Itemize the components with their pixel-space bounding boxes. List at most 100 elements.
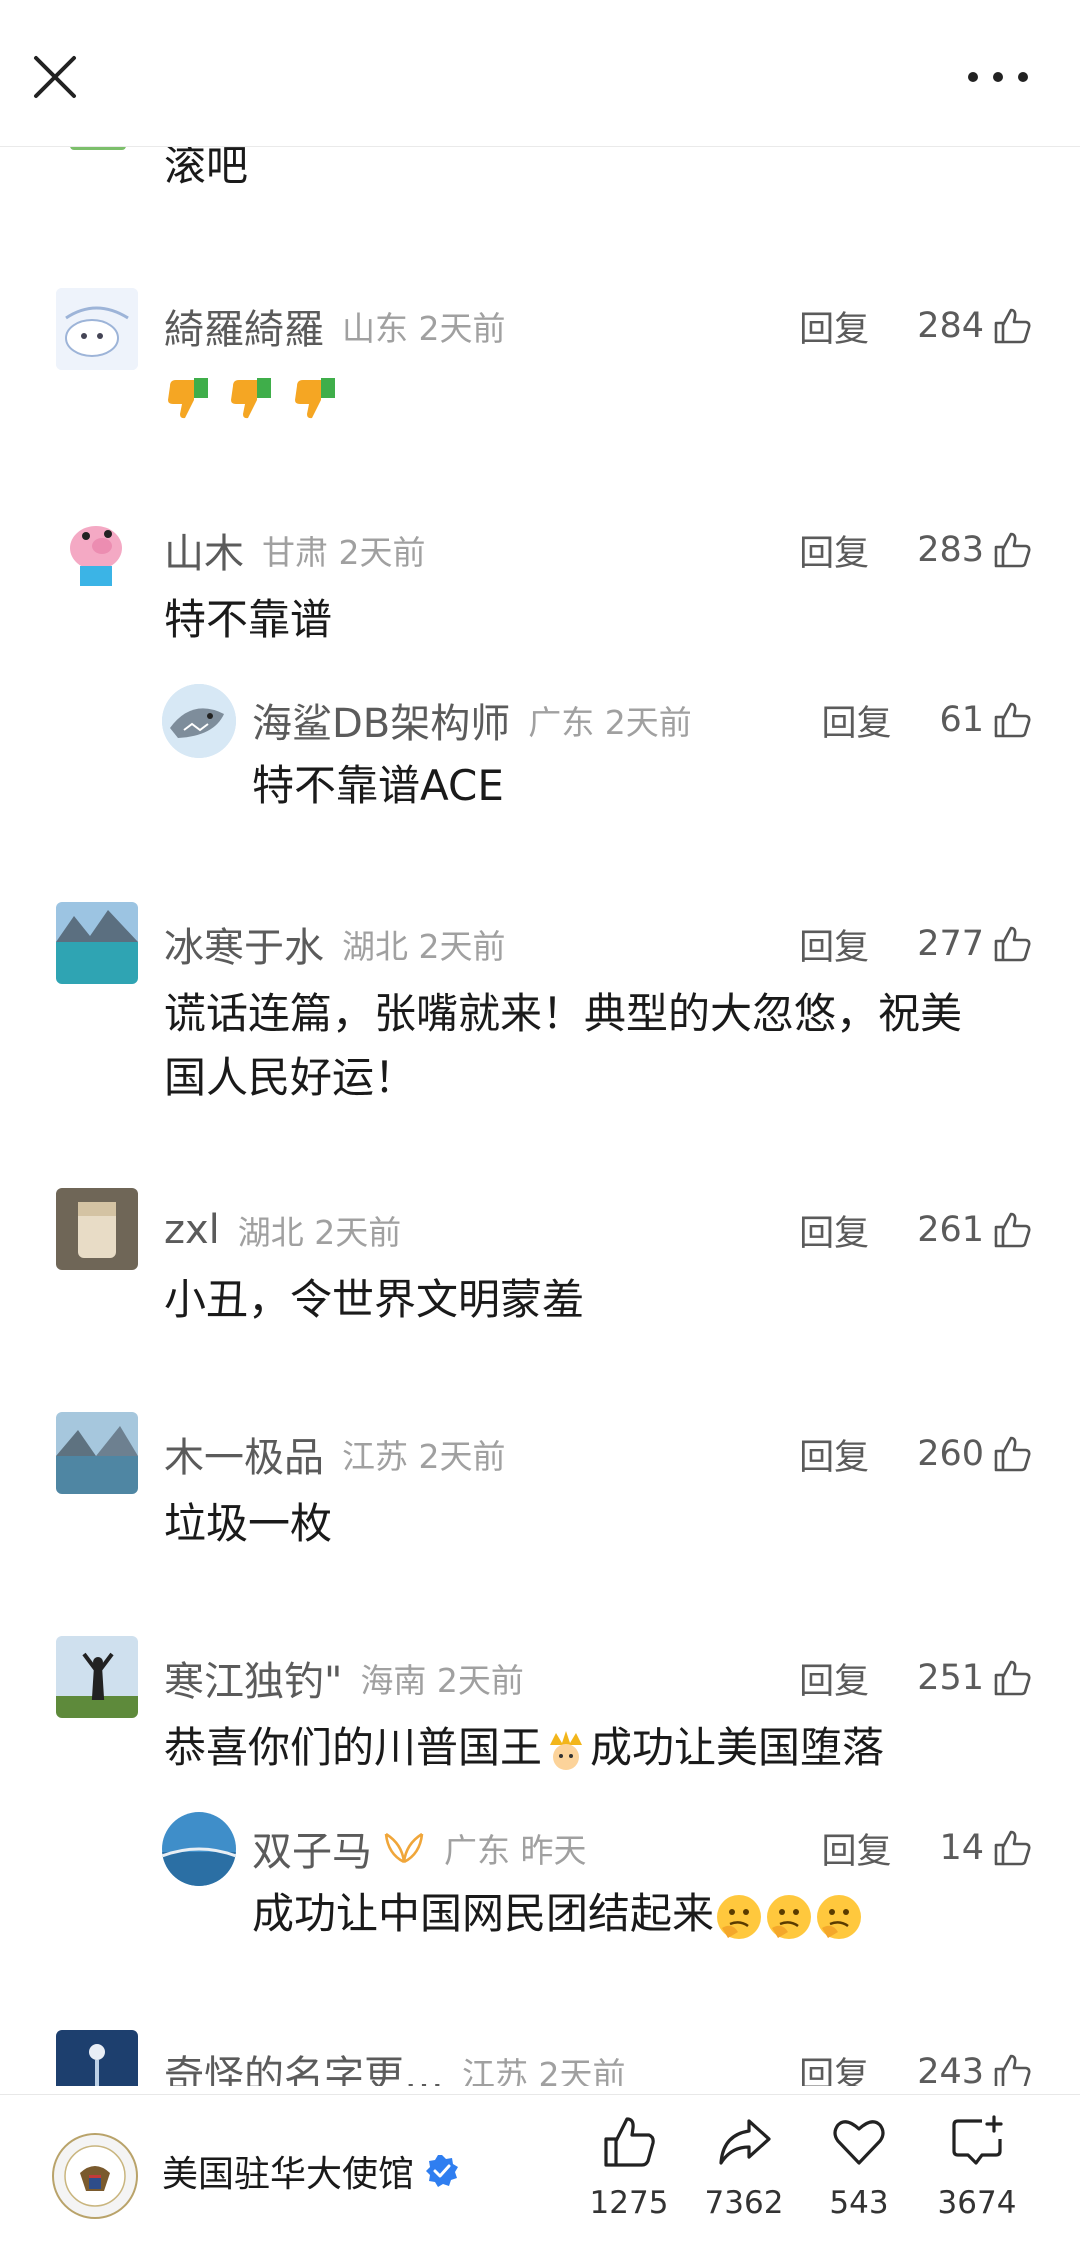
thumbs-up-icon[interactable] (992, 1658, 1032, 1698)
thumbs-up-icon[interactable] (992, 1828, 1032, 1868)
reply-text: 成功让中国网民团结起来 (252, 1889, 715, 1938)
comment-text: 特不靠谱 (164, 595, 333, 644)
account-name: 美国驻华大使馆 (162, 2154, 415, 2195)
reply-button[interactable]: 回复 (799, 919, 869, 970)
crown-emoji-icon (550, 1730, 583, 1770)
comment-text-part: 成功让美国堕落 (590, 1723, 885, 1772)
thumbs-up-icon[interactable] (992, 924, 1032, 964)
username[interactable]: 奇怪的名字更… (164, 2043, 444, 2086)
member-badge-icon (382, 1830, 426, 1866)
location-time: 广东 昨天 (444, 1831, 587, 1870)
avatar[interactable] (162, 684, 236, 758)
thumbs-up-icon[interactable] (992, 1434, 1032, 1474)
reply-button[interactable]: 回复 (799, 2047, 869, 2087)
close-icon (34, 56, 76, 98)
verified-badge-icon (426, 2155, 459, 2187)
favorite-total: 543 (829, 2185, 889, 2221)
thinking-face-emoji-icon (817, 1894, 862, 1939)
thumbs-down-emoji-icon (168, 377, 208, 418)
avatar[interactable] (56, 1412, 138, 1494)
thumbs-up-icon[interactable] (992, 1210, 1032, 1250)
avatar[interactable] (162, 1812, 236, 1886)
share-stat-button[interactable]: 7362 (689, 2113, 799, 2221)
heart-icon (833, 2120, 885, 2165)
thumbs-down-emoji-icon (231, 377, 272, 418)
reply-button[interactable]: 回复 (821, 1823, 891, 1874)
like-count: 251 (917, 1658, 984, 1698)
thumbs-up-icon[interactable] (992, 700, 1032, 740)
thumbs-down-emoji-icon (294, 377, 335, 418)
more-options-button[interactable] (968, 68, 1028, 86)
more-dot (1018, 72, 1028, 82)
account-avatar[interactable] (52, 2133, 138, 2219)
thinking-face-emoji-icon (767, 1894, 812, 1939)
comment-text: 滚吧 (164, 146, 249, 190)
thumbs-up-icon[interactable] (992, 2052, 1032, 2086)
reply-text-line: 成功让中国网民团结起来 (252, 1882, 864, 1946)
comment-stat-button[interactable]: 3674 (922, 2113, 1032, 2221)
reply-button[interactable]: 回复 (799, 301, 869, 352)
comment-emoji-row (164, 362, 341, 426)
username[interactable]: 綺羅綺羅 (164, 297, 324, 355)
username[interactable]: 冰寒于水 (164, 915, 324, 973)
avatar[interactable] (56, 902, 138, 984)
username[interactable]: 海鲨DB架构师 (252, 691, 510, 749)
reply-text: 特不靠谱ACE (252, 761, 504, 810)
avatar[interactable] (56, 1188, 138, 1270)
location-time: 湖北 2天前 (342, 927, 506, 966)
thinking-face-emoji-icon (717, 1894, 762, 1939)
username[interactable]: 寒江独钓" (164, 1649, 342, 1707)
comment-list[interactable]: 滚吧 綺羅綺羅 山东 2天前 回复 284 山木 甘肃 2天前 回复 283 特… (0, 146, 1080, 2086)
location-time: 湖北 2天前 (237, 1213, 402, 1252)
comment-text-line: 谎话连篇，张嘴就来！典型的大忽悠，祝美 (164, 989, 963, 1038)
comment-text-line: 恭喜你们的川普国王 成功让美国堕落 (164, 1716, 884, 1780)
comment-text: 小丑，令世界文明蒙羞 (164, 1275, 585, 1324)
comment-total: 3674 (937, 2185, 1017, 2221)
reply-button[interactable]: 回复 (821, 695, 891, 746)
add-comment-icon (952, 2115, 1003, 2165)
like-stat-button[interactable]: 1275 (574, 2113, 684, 2221)
comment-text-part: 恭喜你们的川普国王 (164, 1723, 543, 1772)
more-dot (968, 72, 978, 82)
location-time: 海南 2天前 (360, 1661, 524, 1700)
close-button[interactable] (30, 52, 80, 102)
favorite-stat-button[interactable]: 543 (804, 2113, 914, 2221)
like-count: 283 (917, 530, 984, 570)
like-count: 260 (917, 1434, 984, 1474)
like-count: 261 (917, 1210, 984, 1250)
avatar[interactable] (56, 508, 138, 590)
bottom-action-bar: 美国驻华大使馆 1275 7362 543 3674 (0, 2094, 1080, 2252)
username[interactable]: 木一极品 (164, 1425, 324, 1483)
top-bar (0, 0, 1080, 147)
location-time: 甘肃 2天前 (262, 533, 426, 572)
like-count: 243 (917, 2052, 984, 2086)
username[interactable]: zxl (164, 1207, 220, 1253)
username[interactable]: 双子马 (252, 1819, 372, 1877)
share-arrow-icon (719, 2119, 771, 2165)
location-time: 江苏 2天前 (462, 2055, 626, 2086)
share-total: 7362 (704, 2185, 784, 2221)
avatar[interactable] (56, 288, 138, 370)
like-count: 277 (917, 924, 984, 964)
account-name-row[interactable]: 美国驻华大使馆 (162, 2145, 460, 2197)
like-count: 14 (939, 1828, 984, 1868)
reply-button[interactable]: 回复 (799, 525, 869, 576)
location-time: 山东 2天前 (342, 309, 506, 348)
thumbs-up-icon[interactable] (992, 530, 1032, 570)
like-count: 61 (939, 700, 984, 740)
reply-button[interactable]: 回复 (799, 1205, 869, 1256)
avatar[interactable] (56, 1636, 138, 1718)
location-time: 广东 2天前 (528, 703, 692, 742)
avatar[interactable] (56, 2030, 138, 2086)
comment-text: 垃圾一枚 (164, 1499, 333, 1548)
comment-text-line: 国人民好运！ (164, 1053, 417, 1102)
like-count: 284 (917, 306, 984, 346)
more-dot (993, 72, 1003, 82)
username[interactable]: 山木 (164, 521, 244, 579)
thumbs-up-icon[interactable] (992, 306, 1032, 346)
reply-button[interactable]: 回复 (799, 1653, 869, 1704)
reply-button[interactable]: 回复 (799, 1429, 869, 1480)
thumbs-up-icon (604, 2117, 655, 2167)
like-total: 1275 (589, 2185, 669, 2221)
location-time: 江苏 2天前 (342, 1437, 506, 1476)
